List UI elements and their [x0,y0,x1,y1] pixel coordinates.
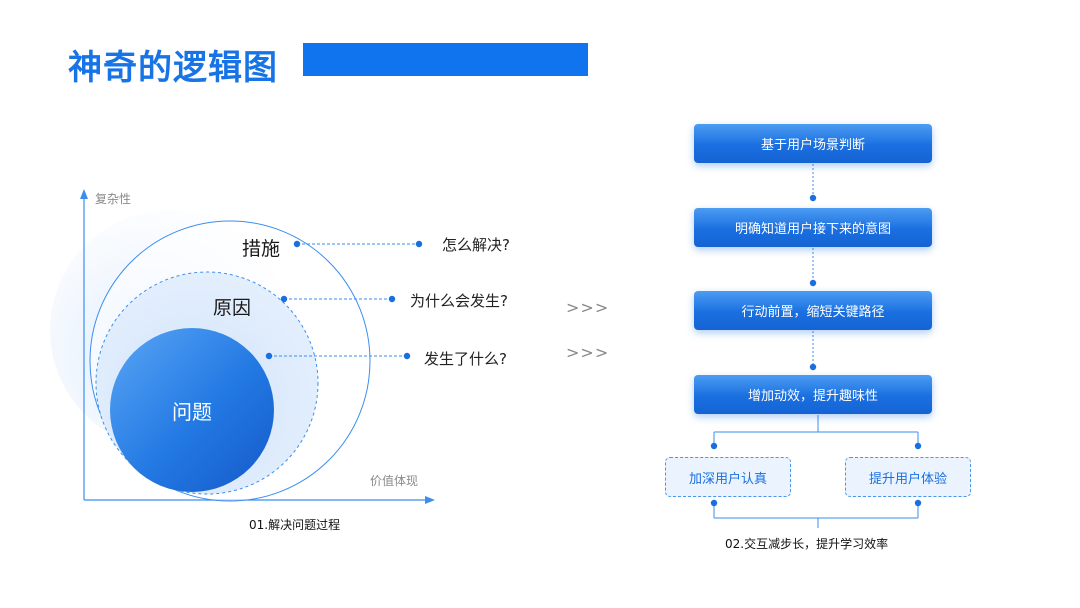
x-axis-label: 价值体现 [370,474,419,488]
flow-step-1: 基于用户场景判断 [694,124,932,163]
question-what-happened: 发生了什么? [424,350,507,368]
flow-merge-connector [713,504,919,528]
x-axis-arrow [425,496,435,504]
y-axis-label: 复杂性 [95,192,132,206]
flow-branch-improve-experience: 提升用户体验 [845,457,971,497]
flow-split-connector [713,415,919,445]
flow-step-4: 增加动效，提升趣味性 [694,375,932,414]
flow-branch-deepen-user: 加深用户认真 [665,457,791,497]
flow-step-2: 明确知道用户接下来的意图 [694,208,932,247]
layer-label-measures: 措施 [242,238,281,260]
flow-step-3: 行动前置，缩短关键路径 [694,291,932,330]
flow-connector-2 [809,248,817,287]
question-why: 为什么会发生? [410,292,508,310]
flow-connector-1 [809,164,817,202]
y-axis-arrow [80,189,88,199]
pointer-outer [293,240,423,248]
split-dot-right [914,442,922,450]
left-diagram-caption: 01.解决问题过程 [249,518,341,532]
layer-label-problem: 问题 [172,400,212,424]
flow-connector-3 [809,331,817,371]
chevron-right-icon: >>> [566,298,610,317]
merge-dot-left [710,499,718,507]
split-dot-left [710,442,718,450]
question-how-to-solve: 怎么解决? [442,236,510,254]
flow-caption: 02.交互减步长，提升学习效率 [725,537,889,551]
chevron-right-icon: >>> [566,343,610,362]
merge-dot-right [914,499,922,507]
layer-label-cause: 原因 [213,297,252,319]
